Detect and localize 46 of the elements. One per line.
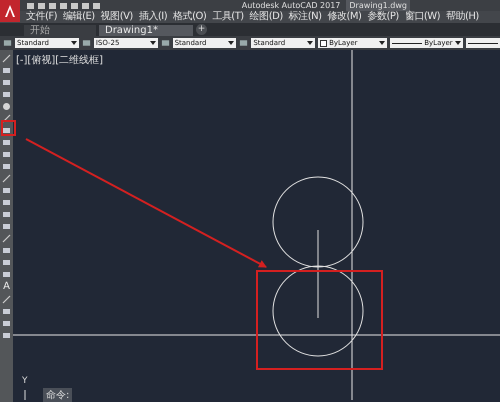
linetype-preview xyxy=(468,42,498,44)
menu-item[interactable]: 参数(P) xyxy=(367,11,399,23)
style-icon xyxy=(82,38,91,48)
caret-icon xyxy=(454,41,461,45)
text-tool[interactable]: A xyxy=(3,282,10,292)
document-tab[interactable]: 开始 xyxy=(24,25,96,36)
color-swatch xyxy=(320,40,328,46)
document-tab[interactable]: Drawing1* xyxy=(99,25,193,36)
highlight-frame xyxy=(1,120,16,136)
menu-item[interactable]: 标注(N) xyxy=(288,11,322,23)
menu-item[interactable]: 文件(F) xyxy=(26,11,58,23)
style-icon xyxy=(239,38,248,48)
app-logo-button[interactable] xyxy=(0,0,20,22)
property-dropdown[interactable] xyxy=(466,38,500,48)
logo-icon xyxy=(3,4,17,18)
menu-item[interactable]: 工具(T) xyxy=(212,11,244,23)
menu-item[interactable]: 窗口(W) xyxy=(404,11,440,23)
command-prompt[interactable]: 命令: xyxy=(43,388,72,402)
caret-icon xyxy=(228,41,234,45)
menu-item[interactable]: 格式(O) xyxy=(173,11,206,23)
menu-item[interactable]: 视图(V) xyxy=(100,11,133,23)
line-tool-icon[interactable] xyxy=(2,114,11,123)
axis-label: Y xyxy=(22,376,28,386)
caret-icon xyxy=(307,41,314,45)
style-icon xyxy=(3,38,12,48)
line-tool-icon[interactable] xyxy=(2,234,11,243)
menu-item[interactable]: 修改(M) xyxy=(328,11,362,23)
menu-item[interactable]: 插入(I) xyxy=(138,11,168,23)
caret-icon xyxy=(150,41,156,45)
circle-tool-icon[interactable] xyxy=(2,102,11,111)
line-tool-icon[interactable] xyxy=(2,54,11,63)
drawing-canvas[interactable]: [-][俯视][二维线框] Y 命令: xyxy=(13,50,500,402)
line-tool-icon[interactable] xyxy=(2,174,11,183)
linetype-preview xyxy=(392,42,422,44)
menu-item[interactable]: 帮助(H) xyxy=(446,11,479,23)
menu-item[interactable]: 编辑(E) xyxy=(63,11,95,23)
viewport-label[interactable]: [-][俯视][二维线框] xyxy=(16,53,104,67)
ucs-axis-icon xyxy=(24,390,26,400)
menu-item[interactable]: 绘图(D) xyxy=(250,11,283,23)
caret-icon xyxy=(379,41,386,45)
file-title: Drawing1.dwg xyxy=(346,0,410,11)
new-tab-button[interactable]: + xyxy=(196,24,207,35)
caret-icon xyxy=(70,41,77,45)
window-title: Autodesk AutoCAD 2017 xyxy=(242,0,340,10)
line-tool-icon[interactable] xyxy=(2,295,11,304)
style-icon xyxy=(160,38,170,48)
